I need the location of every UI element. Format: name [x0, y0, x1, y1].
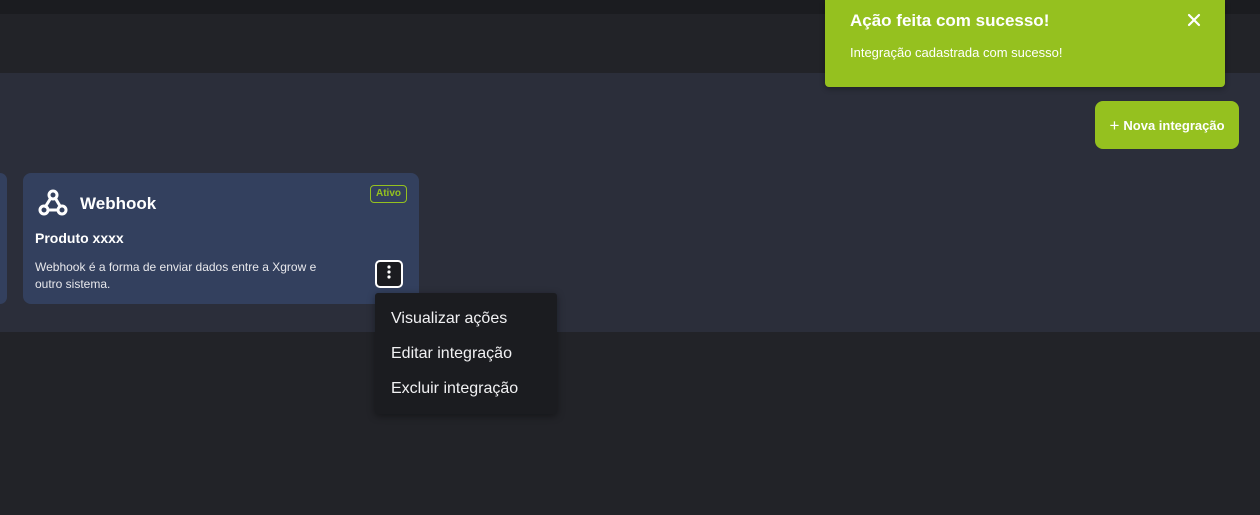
card-menu-button[interactable] — [375, 260, 403, 288]
kebab-menu-icon — [387, 264, 391, 284]
card-actions-menu: Visualizar ações Editar integração Exclu… — [375, 293, 557, 414]
menu-item-edit-integration[interactable]: Editar integração — [375, 340, 557, 375]
toast-message: Integração cadastrada com sucesso! — [850, 45, 1063, 60]
new-integration-button[interactable]: + Nova integração — [1095, 101, 1239, 149]
previous-integration-card[interactable] — [0, 173, 7, 304]
toast-title: Ação feita com sucesso! — [850, 11, 1050, 30]
webhook-icon — [37, 187, 69, 219]
integration-card-webhook[interactable]: Webhook Ativo Produto xxxx Webhook é a f… — [23, 173, 419, 304]
integration-product: Produto xxxx — [35, 230, 124, 246]
plus-icon: + — [1109, 115, 1120, 135]
close-icon[interactable] — [1184, 10, 1204, 30]
menu-item-delete-integration[interactable]: Excluir integração — [375, 375, 557, 410]
status-badge: Ativo — [370, 185, 407, 203]
integration-description: Webhook é a forma de enviar dados entre … — [35, 260, 317, 291]
success-toast: Ação feita com sucesso! Integração cadas… — [825, 0, 1225, 87]
integration-title: Webhook — [80, 194, 157, 213]
menu-item-view-actions[interactable]: Visualizar ações — [375, 305, 557, 340]
new-integration-label: Nova integração — [1123, 117, 1225, 133]
